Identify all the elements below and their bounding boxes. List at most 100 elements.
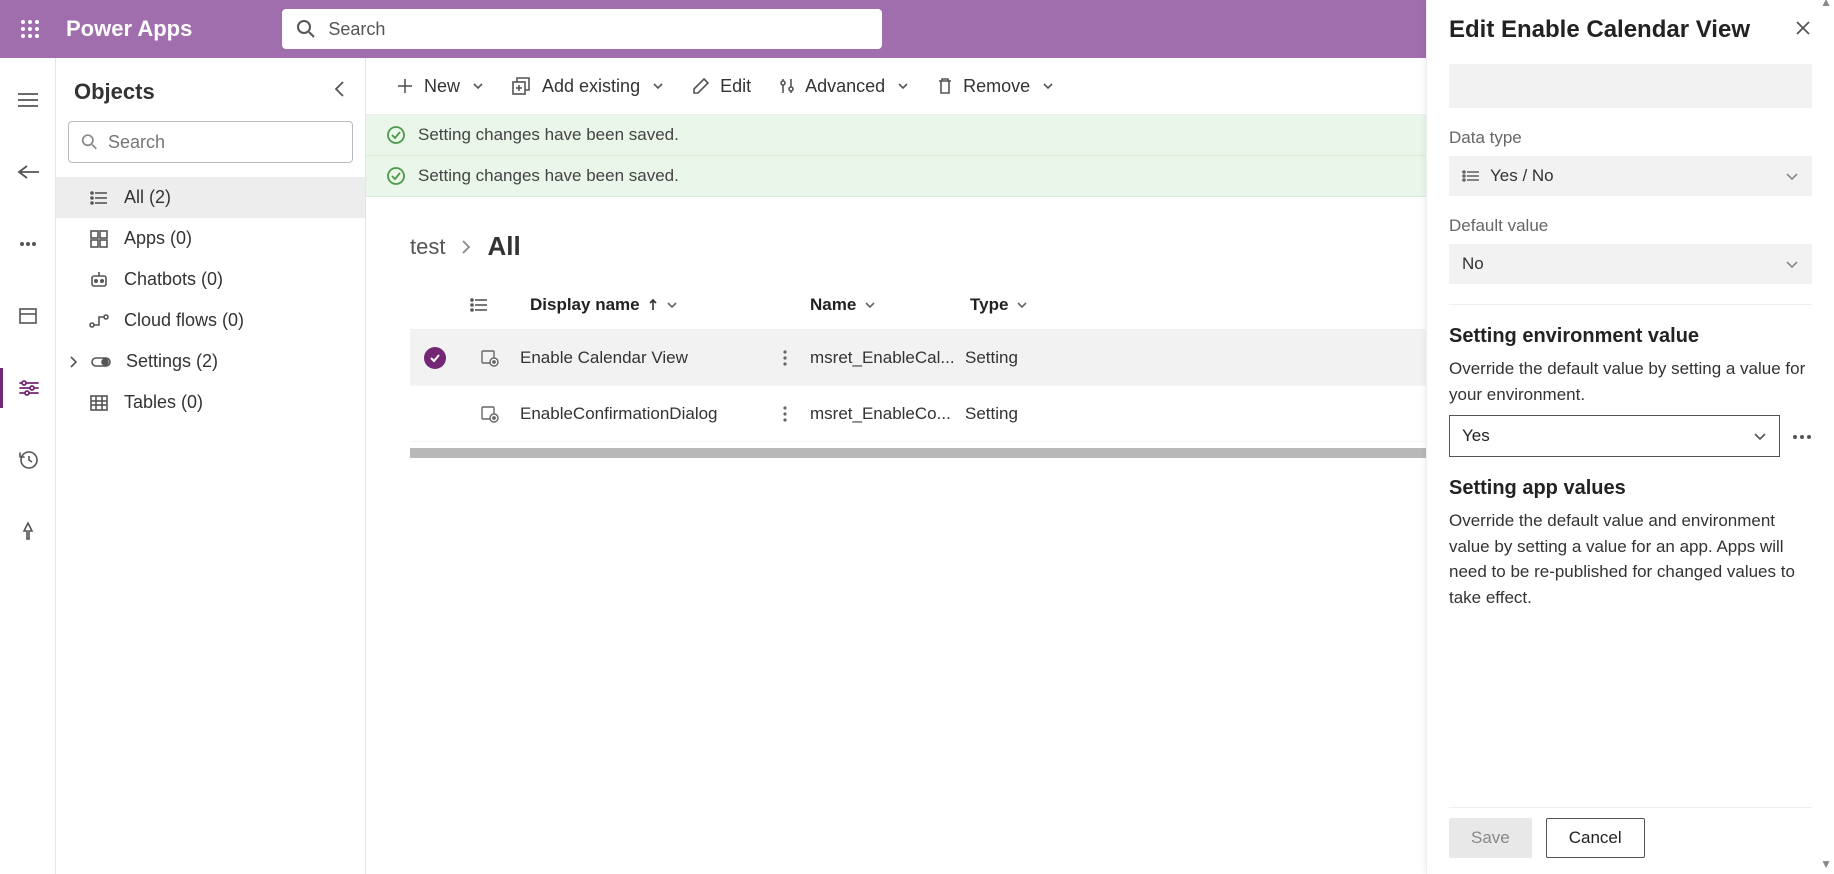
chevron-down-icon — [1785, 171, 1799, 181]
row-more-icon[interactable] — [760, 405, 810, 423]
advanced-button[interactable]: Advanced — [767, 70, 921, 103]
sidebar-item-cloudflows[interactable]: Cloud flows (0) — [56, 300, 365, 341]
sort-asc-icon — [648, 298, 658, 312]
rail-more-icon[interactable] — [0, 224, 56, 264]
sidebar-title: Objects — [74, 79, 155, 105]
chevron-down-icon — [864, 300, 876, 310]
row-checkbox[interactable] — [410, 347, 460, 369]
remove-label: Remove — [963, 76, 1030, 97]
environment-value-select[interactable]: Yes — [1449, 415, 1780, 457]
search-icon — [296, 19, 316, 39]
breadcrumb-current: All — [487, 231, 520, 262]
notification-text: Setting changes have been saved. — [418, 125, 679, 145]
add-existing-label: Add existing — [542, 76, 640, 97]
save-button[interactable]: Save — [1449, 818, 1532, 858]
app-launcher-icon[interactable] — [12, 11, 48, 47]
row-display-name[interactable]: Enable Calendar View — [520, 348, 760, 368]
sidebar-item-apps[interactable]: Apps (0) — [56, 218, 365, 259]
env-section-title: Setting environment value — [1449, 325, 1812, 348]
boolean-icon — [1462, 169, 1480, 183]
chevron-right-icon — [64, 355, 82, 369]
notification-text: Setting changes have been saved. — [418, 166, 679, 186]
brand-label: Power Apps — [66, 16, 192, 42]
sidebar-item-all[interactable]: All (2) — [56, 177, 365, 218]
app-section-title: Setting app values — [1449, 477, 1812, 500]
sidebar-item-label: Tables (0) — [124, 392, 203, 413]
col-name[interactable]: Name — [810, 295, 970, 315]
nav-rail — [0, 58, 56, 874]
cancel-button[interactable]: Cancel — [1546, 818, 1645, 858]
env-section-desc: Override the default value by setting a … — [1449, 356, 1812, 407]
data-type-label: Data type — [1449, 128, 1812, 148]
chevron-down-icon — [1016, 300, 1028, 310]
success-icon — [386, 166, 406, 186]
setting-entity-icon — [460, 405, 520, 423]
sidebar-search[interactable] — [68, 121, 353, 163]
row-name: msret_EnableCo... — [810, 404, 965, 424]
row-type: Setting — [965, 348, 1135, 368]
row-name: msret_EnableCal... — [810, 348, 965, 368]
sidebar-item-label: Settings (2) — [126, 351, 218, 372]
environment-value: Yes — [1462, 426, 1490, 446]
chevron-down-icon — [897, 81, 909, 91]
default-value-select[interactable]: No — [1449, 244, 1812, 284]
sidebar-collapse-icon[interactable] — [333, 78, 347, 105]
rail-back-icon[interactable] — [0, 152, 56, 192]
rail-menu-icon[interactable] — [0, 80, 56, 120]
rail-table-icon[interactable] — [0, 296, 56, 336]
advanced-label: Advanced — [805, 76, 885, 97]
search-icon — [81, 133, 98, 151]
name-field[interactable] — [1449, 64, 1812, 108]
row-type: Setting — [965, 404, 1135, 424]
remove-button[interactable]: Remove — [925, 70, 1066, 103]
rail-history-icon[interactable] — [0, 440, 56, 480]
panel-title: Edit Enable Calendar View — [1449, 16, 1750, 44]
chevron-down-icon — [1042, 81, 1054, 91]
settings-toggle-icon — [90, 355, 112, 369]
close-icon[interactable] — [1794, 19, 1812, 42]
bot-icon — [88, 271, 110, 289]
edit-button[interactable]: Edit — [680, 70, 763, 103]
sidebar-item-label: Cloud flows (0) — [124, 310, 244, 331]
success-icon — [386, 125, 406, 145]
row-display-name[interactable]: EnableConfirmationDialog — [520, 404, 760, 424]
data-type-select[interactable]: Yes / No — [1449, 156, 1812, 196]
sidebar-item-label: Chatbots (0) — [124, 269, 223, 290]
global-search[interactable] — [282, 9, 882, 49]
list-icon — [88, 190, 110, 206]
row-more-icon[interactable] — [760, 349, 810, 367]
chevron-down-icon — [652, 81, 664, 91]
sidebar-item-label: Apps (0) — [124, 228, 192, 249]
col-type[interactable]: Type — [970, 295, 1140, 315]
rail-settings-icon[interactable] — [0, 368, 56, 408]
more-options-icon[interactable] — [1792, 427, 1812, 445]
table-icon — [88, 395, 110, 411]
sidebar-item-settings[interactable]: Settings (2) — [56, 341, 365, 382]
flow-icon — [88, 313, 110, 329]
chevron-down-icon — [1785, 259, 1799, 269]
sidebar-item-label: All (2) — [124, 187, 171, 208]
new-label: New — [424, 76, 460, 97]
setting-entity-icon — [460, 349, 520, 367]
col-display-name[interactable]: Display name — [530, 295, 810, 315]
sidebar-item-chatbots[interactable]: Chatbots (0) — [56, 259, 365, 300]
chevron-down-icon — [1753, 431, 1767, 441]
sidebar-search-input[interactable] — [108, 132, 340, 153]
objects-sidebar: Objects All (2) — [56, 58, 366, 874]
sidebar-item-tables[interactable]: Tables (0) — [56, 382, 365, 423]
chevron-down-icon — [666, 300, 678, 310]
chevron-right-icon — [461, 239, 471, 255]
apps-icon — [88, 230, 110, 248]
edit-label: Edit — [720, 76, 751, 97]
breadcrumb-parent[interactable]: test — [410, 234, 445, 260]
default-value-label: Default value — [1449, 216, 1812, 236]
rail-publish-icon[interactable] — [0, 512, 56, 552]
new-button[interactable]: New — [384, 70, 496, 103]
checkmark-icon — [429, 352, 441, 364]
app-section-desc: Override the default value and environme… — [1449, 508, 1812, 610]
edit-setting-panel: ▲ ▼ Edit Enable Calendar View Data type … — [1426, 0, 1834, 874]
global-search-input[interactable] — [328, 19, 868, 40]
list-view-icon[interactable] — [470, 297, 530, 313]
default-value: No — [1462, 254, 1484, 274]
add-existing-button[interactable]: Add existing — [500, 70, 676, 103]
